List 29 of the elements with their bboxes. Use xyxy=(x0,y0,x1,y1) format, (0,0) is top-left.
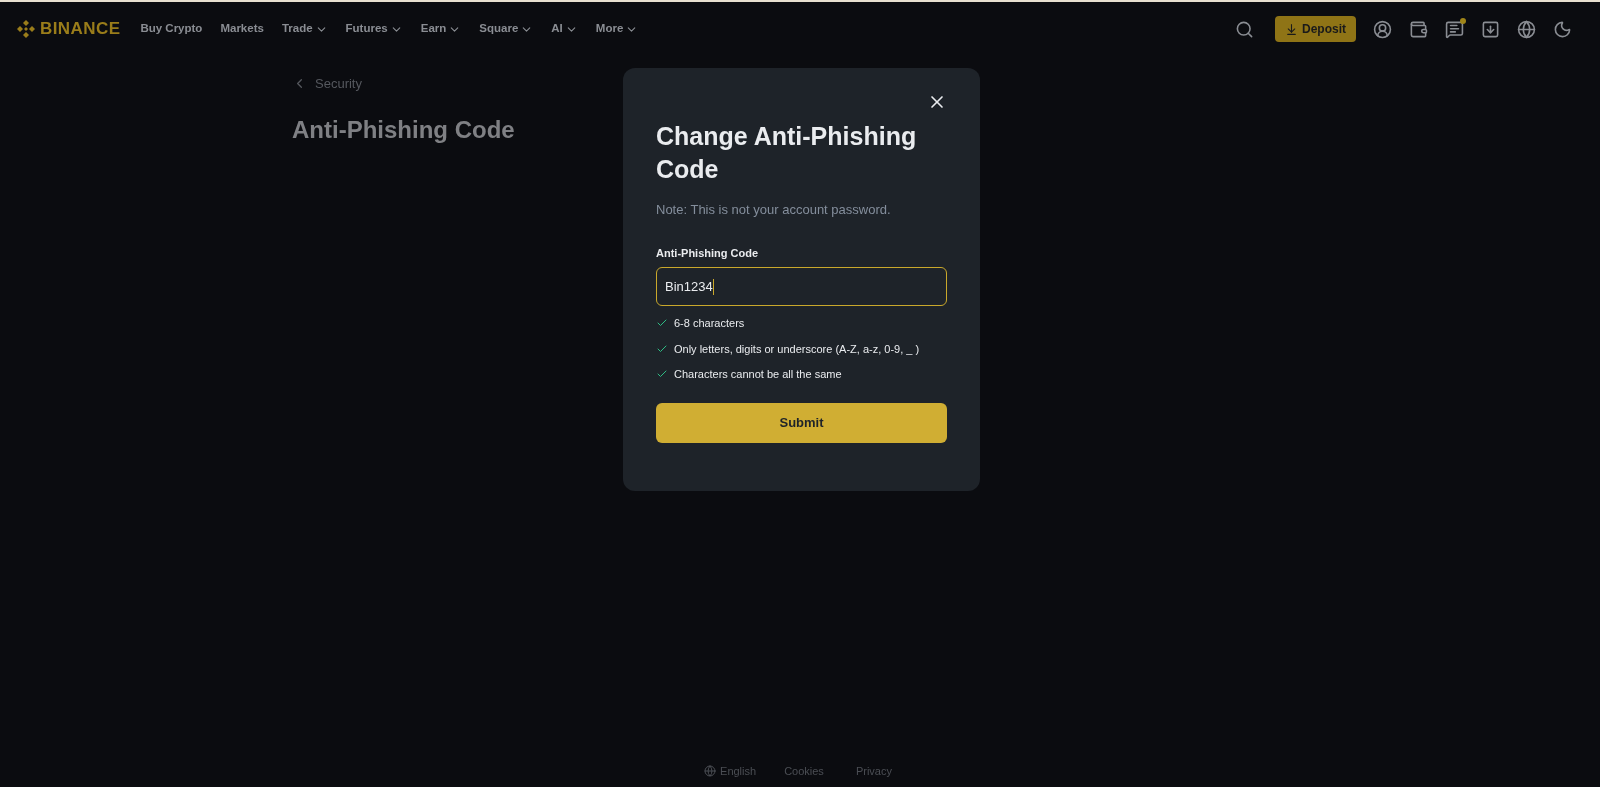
nav-link[interactable]: AI xyxy=(551,20,578,38)
rule-text: Only letters, digits or underscore (A-Z, a-z, 0-9, _ ) xyxy=(674,341,920,357)
logo-text: BINANCE xyxy=(40,18,121,41)
nav-link[interactable]: More xyxy=(595,20,639,38)
search-icon[interactable] xyxy=(1235,19,1254,39)
rule-text: Characters cannot be all the same xyxy=(674,367,842,382)
download-app-icon[interactable] xyxy=(1481,19,1500,39)
download-icon xyxy=(1285,22,1298,36)
nav-link[interactable]: Markets xyxy=(220,20,264,38)
dialog-title: Change Anti-Phishing Code xyxy=(656,121,918,185)
code-input[interactable]: Bin1234 xyxy=(656,267,947,306)
nav-link[interactable]: Square xyxy=(479,20,534,38)
globe-icon xyxy=(704,764,717,777)
nav-link[interactable]: Futures xyxy=(345,20,403,38)
submit-button[interactable]: Submit xyxy=(656,402,947,443)
logo-icon xyxy=(16,19,36,39)
nav-link[interactable]: Earn xyxy=(420,20,462,38)
nav-link[interactable]: Buy Crypto xyxy=(140,20,203,38)
moon-icon[interactable] xyxy=(1553,19,1572,39)
wallet-icon[interactable] xyxy=(1409,19,1428,39)
messages-icon[interactable] xyxy=(1445,19,1464,39)
page-title: Anti-Phishing Code xyxy=(292,114,515,145)
note-text: Note: This is not your account password. xyxy=(656,201,892,219)
globe-icon[interactable] xyxy=(1517,19,1536,39)
field-label: Anti-Phishing Code xyxy=(656,245,760,261)
rule-text: 6-8 characters xyxy=(674,316,745,331)
nav-link[interactable]: Trade xyxy=(281,20,328,38)
deposit-button[interactable]: Deposit xyxy=(1275,16,1356,42)
profile-icon[interactable] xyxy=(1373,19,1392,39)
